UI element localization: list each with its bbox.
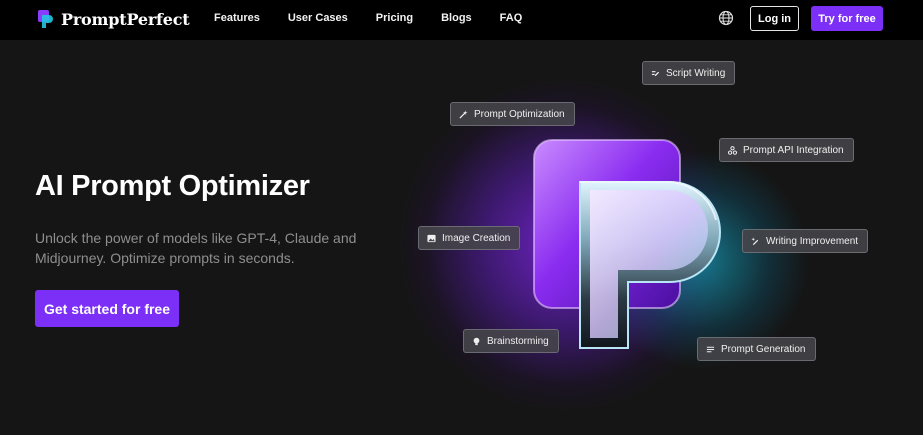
hero-title: AI Prompt Optimizer (35, 170, 310, 202)
chip-writing-improvement[interactable]: Writing Improvement (742, 229, 869, 253)
chip-prompt-generation[interactable]: Prompt Generation (697, 337, 816, 361)
nav-link-blogs[interactable]: Blogs (441, 12, 472, 24)
chip-label: Image Creation (442, 232, 511, 244)
promptperfect-logo-icon (38, 10, 53, 28)
chip-prompt-optimization[interactable]: Prompt Optimization (450, 102, 575, 126)
chip-label: Script Writing (666, 67, 726, 79)
nodes-icon (728, 145, 737, 155)
chip-label: Prompt Optimization (474, 108, 565, 120)
globe-icon[interactable] (718, 10, 734, 26)
get-started-button[interactable]: Get started for free (35, 290, 179, 327)
hero-3d-logo-icon (533, 139, 721, 349)
chip-image-creation[interactable]: Image Creation (418, 226, 521, 250)
sparkle-pen-icon (751, 236, 759, 245)
top-navbar: PromptPerfect Features User Cases Pricin… (0, 0, 923, 40)
lightbulb-icon (473, 337, 480, 345)
nav-links: Features User Cases Pricing Blogs FAQ (214, 12, 550, 24)
nav-link-user-cases[interactable]: User Cases (288, 12, 348, 24)
chip-prompt-api-integration[interactable]: Prompt API Integration (719, 138, 854, 162)
nav-link-pricing[interactable]: Pricing (376, 12, 413, 24)
chip-brainstorming[interactable]: Brainstorming (463, 329, 559, 353)
chip-label: Writing Improvement (766, 235, 859, 247)
chip-script-writing[interactable]: Script Writing (642, 61, 736, 85)
image-icon (427, 234, 436, 242)
nav-link-faq[interactable]: FAQ (500, 12, 523, 24)
hero-subtitle: Unlock the power of models like GPT-4, C… (35, 230, 357, 266)
brand-name: PromptPerfect (61, 9, 190, 29)
login-button[interactable]: Log in (750, 6, 799, 31)
chip-label: Prompt Generation (721, 343, 806, 355)
magic-wand-icon (459, 109, 468, 119)
chip-label: Brainstorming (487, 335, 549, 347)
pen-lines-icon (651, 70, 660, 76)
chip-label: Prompt API Integration (743, 144, 844, 156)
try-for-free-button[interactable]: Try for free (811, 6, 883, 31)
brand-logo[interactable]: PromptPerfect (37, 9, 190, 29)
text-lines-icon (706, 346, 715, 352)
nav-link-features[interactable]: Features (214, 12, 260, 24)
